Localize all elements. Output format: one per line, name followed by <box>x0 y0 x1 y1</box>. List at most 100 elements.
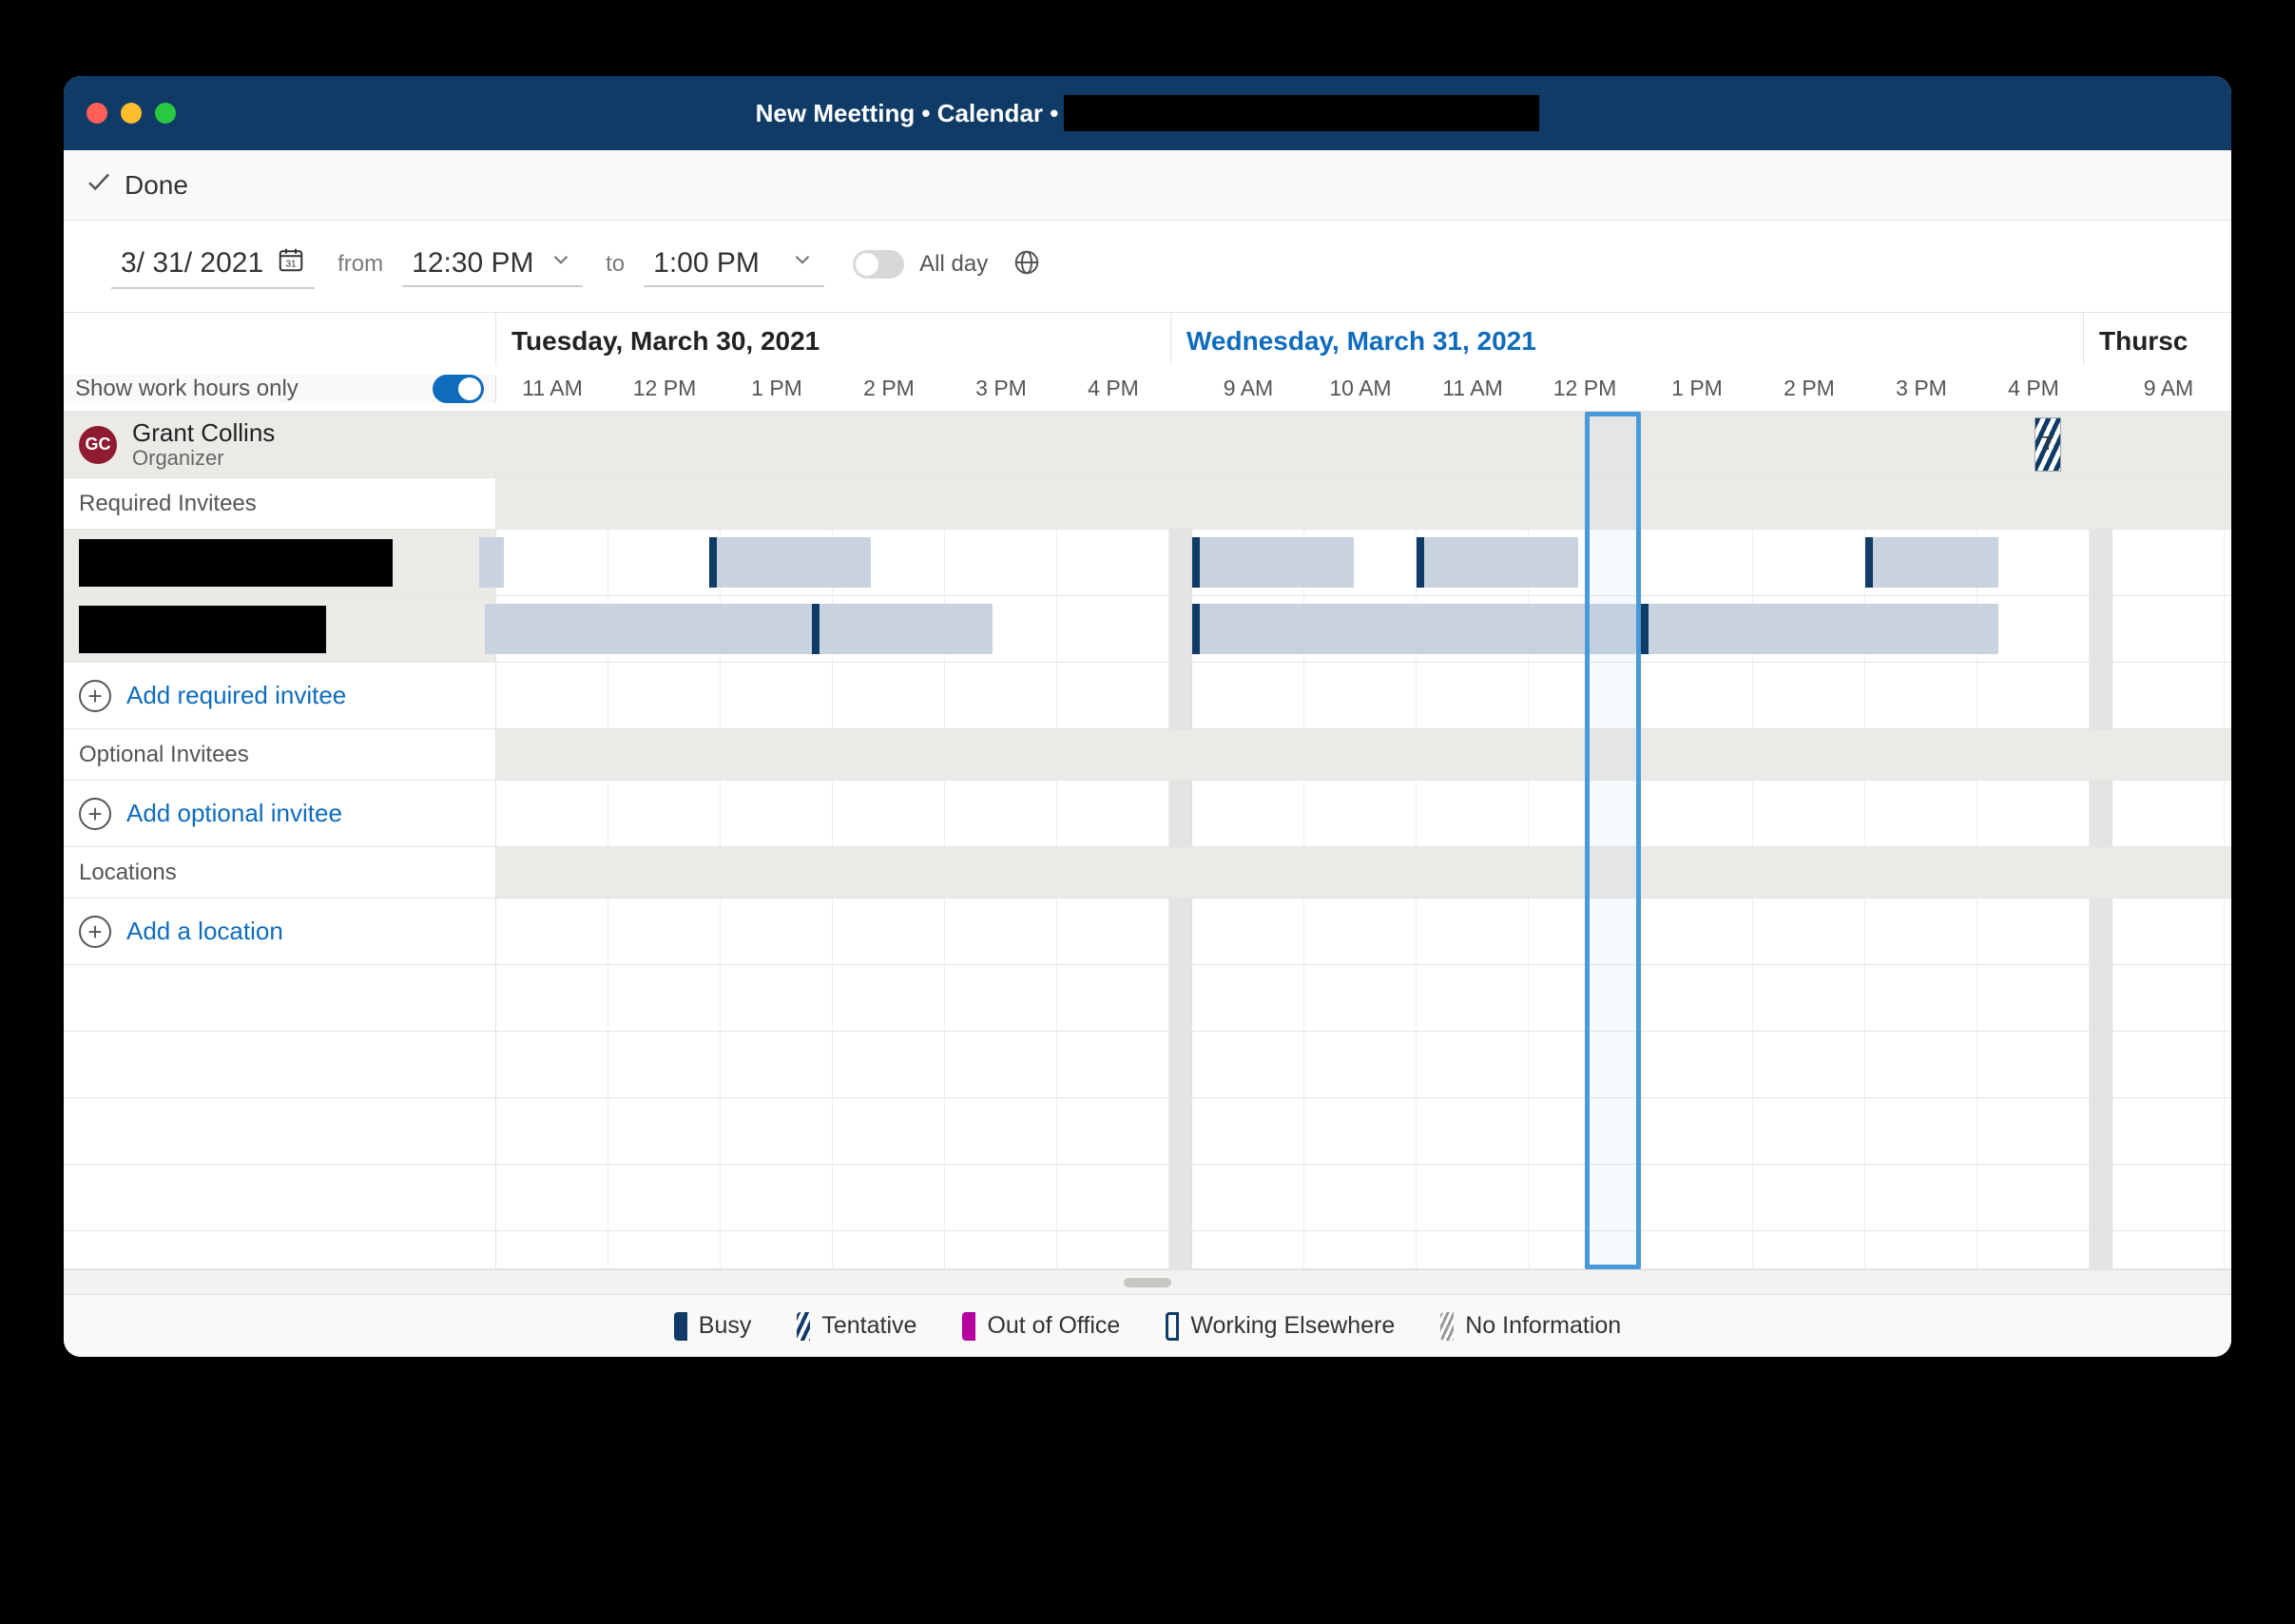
hour-label: 9 AM <box>2112 376 2225 401</box>
horizontal-scrollbar[interactable] <box>64 1269 2231 1294</box>
track-empty <box>496 1165 2231 1231</box>
end-time-field[interactable]: 1:00 PM <box>644 242 824 287</box>
busy-block <box>1641 604 1998 654</box>
hour-label: 12 PM <box>608 376 721 401</box>
redacted-invitee[interactable] <box>79 606 326 653</box>
all-day-toggle[interactable] <box>853 250 904 279</box>
scheduling-grid: Tuesday, March 30, 2021 Wednesday, March… <box>64 313 2231 1357</box>
day-header-tuesday: Tuesday, March 30, 2021 <box>496 313 1171 366</box>
start-time-value: 12:30 PM <box>412 247 533 280</box>
add-location-button[interactable]: + Add a location <box>64 899 496 964</box>
toolbar: Done <box>64 150 2231 221</box>
legend-out-of-office: Out of Office <box>962 1312 1120 1341</box>
hour-label: 3 PM <box>1865 376 1977 401</box>
redacted-account <box>1064 95 1539 131</box>
all-day-group: All day <box>853 248 1041 281</box>
optional-invitees-label: Optional Invitees <box>64 729 496 780</box>
track-invitee-2 <box>496 596 2231 663</box>
locations-label: Locations <box>64 847 496 898</box>
add-required-label: Add required invitee <box>126 681 346 710</box>
checkmark-icon <box>85 167 113 203</box>
date-value: 3/ 31/ 2021 <box>121 247 263 280</box>
legend-tentative: Tentative <box>797 1312 916 1341</box>
plus-icon: + <box>79 798 111 830</box>
hour-label: 1 PM <box>721 376 833 401</box>
track-empty <box>496 1032 2231 1098</box>
hours-header: 11 AM 12 PM 1 PM 2 PM 3 PM 4 PM 9 AM 10 … <box>496 376 2225 401</box>
to-label: to <box>606 251 625 278</box>
day-header-row: Tuesday, March 30, 2021 Wednesday, March… <box>64 313 2231 366</box>
availability-tracks[interactable]: T <box>496 412 2231 1269</box>
track-empty <box>496 663 2231 729</box>
timezone-icon[interactable] <box>1003 248 1041 281</box>
all-day-label: All day <box>919 251 988 278</box>
busy-block <box>1192 604 1641 654</box>
plus-icon: + <box>79 916 111 948</box>
hour-label: 2 PM <box>833 376 945 401</box>
day-header-thursday: Thursc <box>2084 313 2198 366</box>
svg-text:31: 31 <box>286 260 298 270</box>
avatar: GC <box>79 426 117 464</box>
calendar-icon: 31 <box>277 245 305 281</box>
chevron-down-icon <box>549 247 573 280</box>
options-bar: 3/ 31/ 2021 31 from 12:30 PM to 1:00 PM … <box>64 221 2231 313</box>
busy-block <box>479 537 504 588</box>
window-title: New Meetting • Calendar • <box>64 95 2231 131</box>
busy-block <box>812 604 993 654</box>
hour-label: 1 PM <box>1641 376 1753 401</box>
done-button[interactable]: Done <box>85 167 188 203</box>
day-header-wednesday: Wednesday, March 31, 2021 <box>1171 313 2084 366</box>
track-organizer: T <box>496 412 2231 478</box>
scheduling-assistant-window: New Meetting • Calendar • Done 3/ 31/ 20… <box>64 76 2231 1357</box>
busy-block <box>1192 537 1354 588</box>
add-location-label: Add a location <box>126 917 283 946</box>
hour-label: 10 AM <box>1304 376 1417 401</box>
scrollbar-handle[interactable] <box>1124 1278 1171 1287</box>
track-section <box>496 729 2231 781</box>
window-title-text: New Meetting • Calendar • <box>756 99 1059 128</box>
organizer-name: Grant Collins <box>132 419 275 447</box>
hour-label: 11 AM <box>1417 376 1529 401</box>
work-hours-toggle[interactable] <box>433 375 484 403</box>
chevron-down-icon <box>790 247 815 280</box>
add-optional-label: Add optional invitee <box>126 799 342 828</box>
track-section <box>496 478 2231 530</box>
hour-label: 12 PM <box>1529 376 1641 401</box>
busy-block <box>1417 537 1578 588</box>
hour-label: 2 PM <box>1753 376 1865 401</box>
required-invitees-label: Required Invitees <box>64 478 496 529</box>
add-optional-invitee-button[interactable]: + Add optional invitee <box>64 781 496 846</box>
legend-working-elsewhere: Working Elsewhere <box>1166 1312 1395 1341</box>
track-empty <box>496 899 2231 965</box>
add-required-invitee-button[interactable]: + Add required invitee <box>64 663 496 728</box>
track-empty <box>496 965 2231 1032</box>
tentative-event[interactable]: T <box>2035 417 2061 472</box>
track-empty <box>496 781 2231 847</box>
legend-busy: Busy <box>674 1312 752 1341</box>
start-time-field[interactable]: 12:30 PM <box>402 242 583 287</box>
track-section <box>496 847 2231 899</box>
track-invitee-1 <box>496 530 2231 596</box>
hour-label: 4 PM <box>1057 376 1169 401</box>
legend: Busy Tentative Out of Office Working Els… <box>64 1294 2231 1357</box>
hour-label: 3 PM <box>945 376 1057 401</box>
done-label: Done <box>125 170 188 201</box>
hour-label: 4 PM <box>1977 376 2090 401</box>
time-header-row: Show work hours only 11 AM 12 PM 1 PM 2 … <box>64 366 2231 412</box>
track-empty <box>496 1231 2231 1269</box>
track-empty <box>496 1098 2231 1165</box>
busy-block <box>485 604 812 654</box>
titlebar: New Meetting • Calendar • <box>64 76 2231 150</box>
from-label: from <box>338 251 383 278</box>
busy-block <box>709 537 871 588</box>
legend-no-information: No Information <box>1440 1312 1621 1341</box>
organizer-role: Organizer <box>132 447 275 470</box>
work-hours-label: Show work hours only <box>75 376 299 402</box>
date-field[interactable]: 3/ 31/ 2021 31 <box>111 240 315 289</box>
plus-icon: + <box>79 680 111 712</box>
redacted-invitee[interactable] <box>79 539 393 587</box>
hour-label: 9 AM <box>1192 376 1304 401</box>
grid-body: GC Grant Collins Organizer Required Invi… <box>64 412 2231 1269</box>
end-time-value: 1:00 PM <box>653 247 760 280</box>
busy-block <box>1865 537 1998 588</box>
